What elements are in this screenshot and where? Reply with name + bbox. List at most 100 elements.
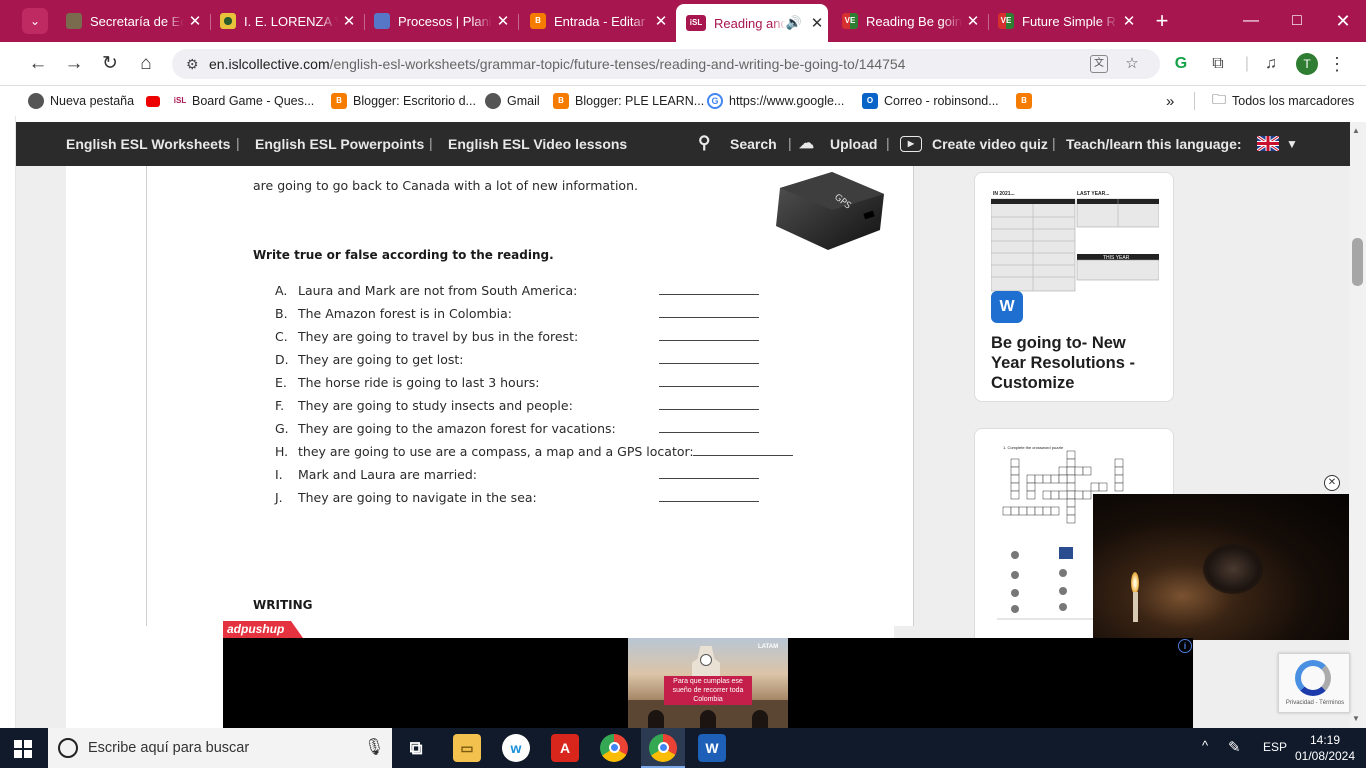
question-text: The horse ride is going to last 3 hours: [298, 375, 540, 390]
blogger-icon: B [553, 93, 569, 109]
nav-search-link[interactable]: Search [730, 136, 777, 152]
site-info-icon[interactable]: ⚙ [186, 55, 204, 73]
bookmark-correo[interactable]: O Correo - robinsond... [862, 92, 999, 110]
answer-line [659, 501, 759, 502]
tab-procesos[interactable]: Procesos | Planil ✕ [364, 4, 514, 38]
scrollbar-thumb[interactable] [1352, 238, 1363, 286]
question-letter: E. [275, 375, 287, 390]
answer-line [659, 478, 759, 479]
language-dropdown-icon[interactable]: ▼ [1286, 137, 1298, 151]
all-bookmarks-button[interactable]: 🗀 Todos los marcadores [1212, 91, 1354, 110]
language-indicator[interactable]: ESP [1263, 740, 1287, 754]
close-window-button[interactable]: ✕ [1320, 8, 1366, 34]
close-tab-icon[interactable]: ✕ [650, 12, 672, 30]
nav-create-quiz-link[interactable]: Create video quiz [932, 136, 1048, 152]
forward-button[interactable]: → [60, 50, 88, 78]
recaptcha-badge[interactable]: Privacidad - Términos [1278, 653, 1350, 713]
close-video-ad-icon[interactable]: ✕ [1324, 475, 1340, 491]
browser-menu-icon[interactable]: ⋮ [1326, 53, 1348, 75]
bookmark-blogger-ple[interactable]: B Blogger: PLE LEARN... [553, 92, 704, 110]
maximize-button[interactable]: □ [1274, 8, 1320, 34]
bookmark-blogger-extra[interactable]: B [1016, 92, 1038, 110]
home-button[interactable]: ⌂ [132, 50, 160, 78]
bookmarks-overflow-button[interactable]: » [1166, 92, 1174, 110]
worksheet-card-title[interactable]: Be going to- New Year Resolutions - Cust… [991, 333, 1161, 393]
bookmark-board-game[interactable]: iSL Board Game - Ques... [146, 92, 314, 110]
chrome-icon[interactable] [600, 734, 628, 762]
bookmark-nueva-pestana[interactable]: Nueva pestaña [28, 92, 134, 110]
answer-line [659, 294, 759, 295]
speaker-icon[interactable]: 🔊 [786, 15, 802, 31]
close-tab-icon[interactable]: ✕ [184, 12, 206, 30]
windows-start-icon[interactable] [14, 740, 32, 758]
tab-entrada[interactable]: B Entrada - Editar ✕ [520, 4, 672, 38]
bookmark-gmail[interactable]: Gmail [485, 92, 540, 110]
tab-search-chevron-icon[interactable]: ⌄ [22, 8, 48, 34]
taskbar-search-box[interactable]: Escribe aquí para buscar 🎙 [48, 728, 392, 768]
extensions-icon[interactable]: ⧉ [1207, 53, 1229, 75]
related-worksheet-card[interactable]: IN 2021... LAST YEAR... THIS YEAR W Be g… [974, 172, 1174, 402]
ad-info-icon[interactable]: i [1178, 639, 1192, 653]
tab-reading-be-going[interactable]: VE Reading Be goin ✕ [832, 4, 984, 38]
minimize-button[interactable]: — [1228, 8, 1274, 34]
tab-secretaria[interactable]: Secretaría de Ed ✕ [56, 4, 206, 38]
question-text: The Amazon forest is in Colombia: [298, 306, 512, 321]
show-hidden-icons-chevron[interactable]: ^ [1202, 738, 1208, 753]
scroll-down-arrow[interactable]: ▼ [1352, 714, 1360, 723]
answer-line [659, 409, 759, 410]
recaptcha-terms[interactable]: Privacidad - Términos [1279, 700, 1351, 706]
floating-video-ad[interactable] [1093, 494, 1349, 640]
microphone-icon[interactable]: 🎙 [364, 737, 384, 757]
grammarly-icon[interactable]: G [1170, 53, 1192, 75]
tab-lorenza[interactable]: I. E. LORENZA V ✕ [210, 4, 360, 38]
ad-image[interactable]: Para que cumplas ese sueño de recorrer t… [628, 638, 788, 728]
wiki-app-icon[interactable]: w [502, 734, 530, 762]
media-control-icon[interactable]: ♫ [1260, 53, 1282, 75]
reading-text-line: are going to go back to Canada with a lo… [253, 178, 638, 193]
answer-line [659, 386, 759, 387]
back-button[interactable]: ← [24, 50, 52, 78]
nav-video-lessons-link[interactable]: English ESL Video lessons [448, 136, 627, 152]
chrome-profile-icon[interactable] [649, 734, 677, 762]
pdf-reader-icon[interactable]: A [551, 734, 579, 762]
taskbar-clock[interactable]: 14:19 01/08/2024 [1288, 732, 1362, 764]
taskbar-search-placeholder: Escribe aquí para buscar [88, 740, 250, 756]
tab-title: Reading and [714, 15, 786, 31]
translate-icon[interactable]: 文 [1090, 55, 1108, 73]
recaptcha-logo-icon [1295, 660, 1331, 696]
close-tab-icon[interactable]: ✕ [806, 14, 828, 32]
close-tab-icon[interactable]: ✕ [1118, 12, 1140, 30]
question-text: They are going to travel by bus in the f… [298, 329, 579, 344]
bookmark-blogger-escritorio[interactable]: B Blogger: Escritorio d... [331, 92, 476, 110]
nav-powerpoints-link[interactable]: English ESL Powerpoints [255, 136, 424, 152]
scroll-up-arrow[interactable]: ▲ [1352, 126, 1360, 135]
clock-icon [700, 654, 712, 666]
search-icon[interactable]: ⚲ [698, 133, 710, 153]
tab-future-simple[interactable]: VE Future Simple R ✕ [988, 4, 1140, 38]
question-text: Laura and Mark are not from South Americ… [298, 283, 578, 298]
pen-icon[interactable]: ✎ [1228, 738, 1241, 756]
task-view-icon[interactable]: ⧉ [402, 734, 430, 762]
adpushup-label[interactable]: adpushup [223, 621, 303, 638]
url-bar[interactable]: ⚙ en.islcollective.com/english-esl-works… [172, 49, 1160, 79]
page-scrollbar[interactable] [1350, 122, 1366, 728]
globe-icon [485, 93, 501, 109]
bookmark-google[interactable]: Ghttps://www.google... [707, 92, 844, 110]
close-tab-icon[interactable]: ✕ [962, 12, 984, 30]
url-text[interactable]: en.islcollective.com/english-esl-workshe… [209, 56, 905, 72]
word-icon[interactable]: W [698, 734, 726, 762]
tab-reading-and-writing[interactable]: iSL Reading and 🔊 ✕ [676, 4, 828, 42]
new-tab-button[interactable]: + [1150, 8, 1174, 34]
profile-avatar[interactable]: T [1296, 53, 1318, 75]
blogger-icon: B [331, 93, 347, 109]
close-tab-icon[interactable]: ✕ [492, 12, 514, 30]
close-tab-icon[interactable]: ✕ [338, 12, 360, 30]
upload-cloud-icon[interactable]: ☁ [799, 134, 814, 152]
video-play-icon[interactable]: ▶ [900, 136, 922, 152]
nav-worksheets-link[interactable]: English ESL Worksheets [66, 136, 230, 152]
reload-button[interactable]: ↻ [96, 50, 124, 78]
uk-flag-icon[interactable] [1257, 136, 1279, 151]
bookmark-star-icon[interactable]: ☆ [1122, 54, 1142, 74]
file-explorer-icon[interactable]: ▭ [453, 734, 481, 762]
nav-upload-link[interactable]: Upload [830, 136, 877, 152]
